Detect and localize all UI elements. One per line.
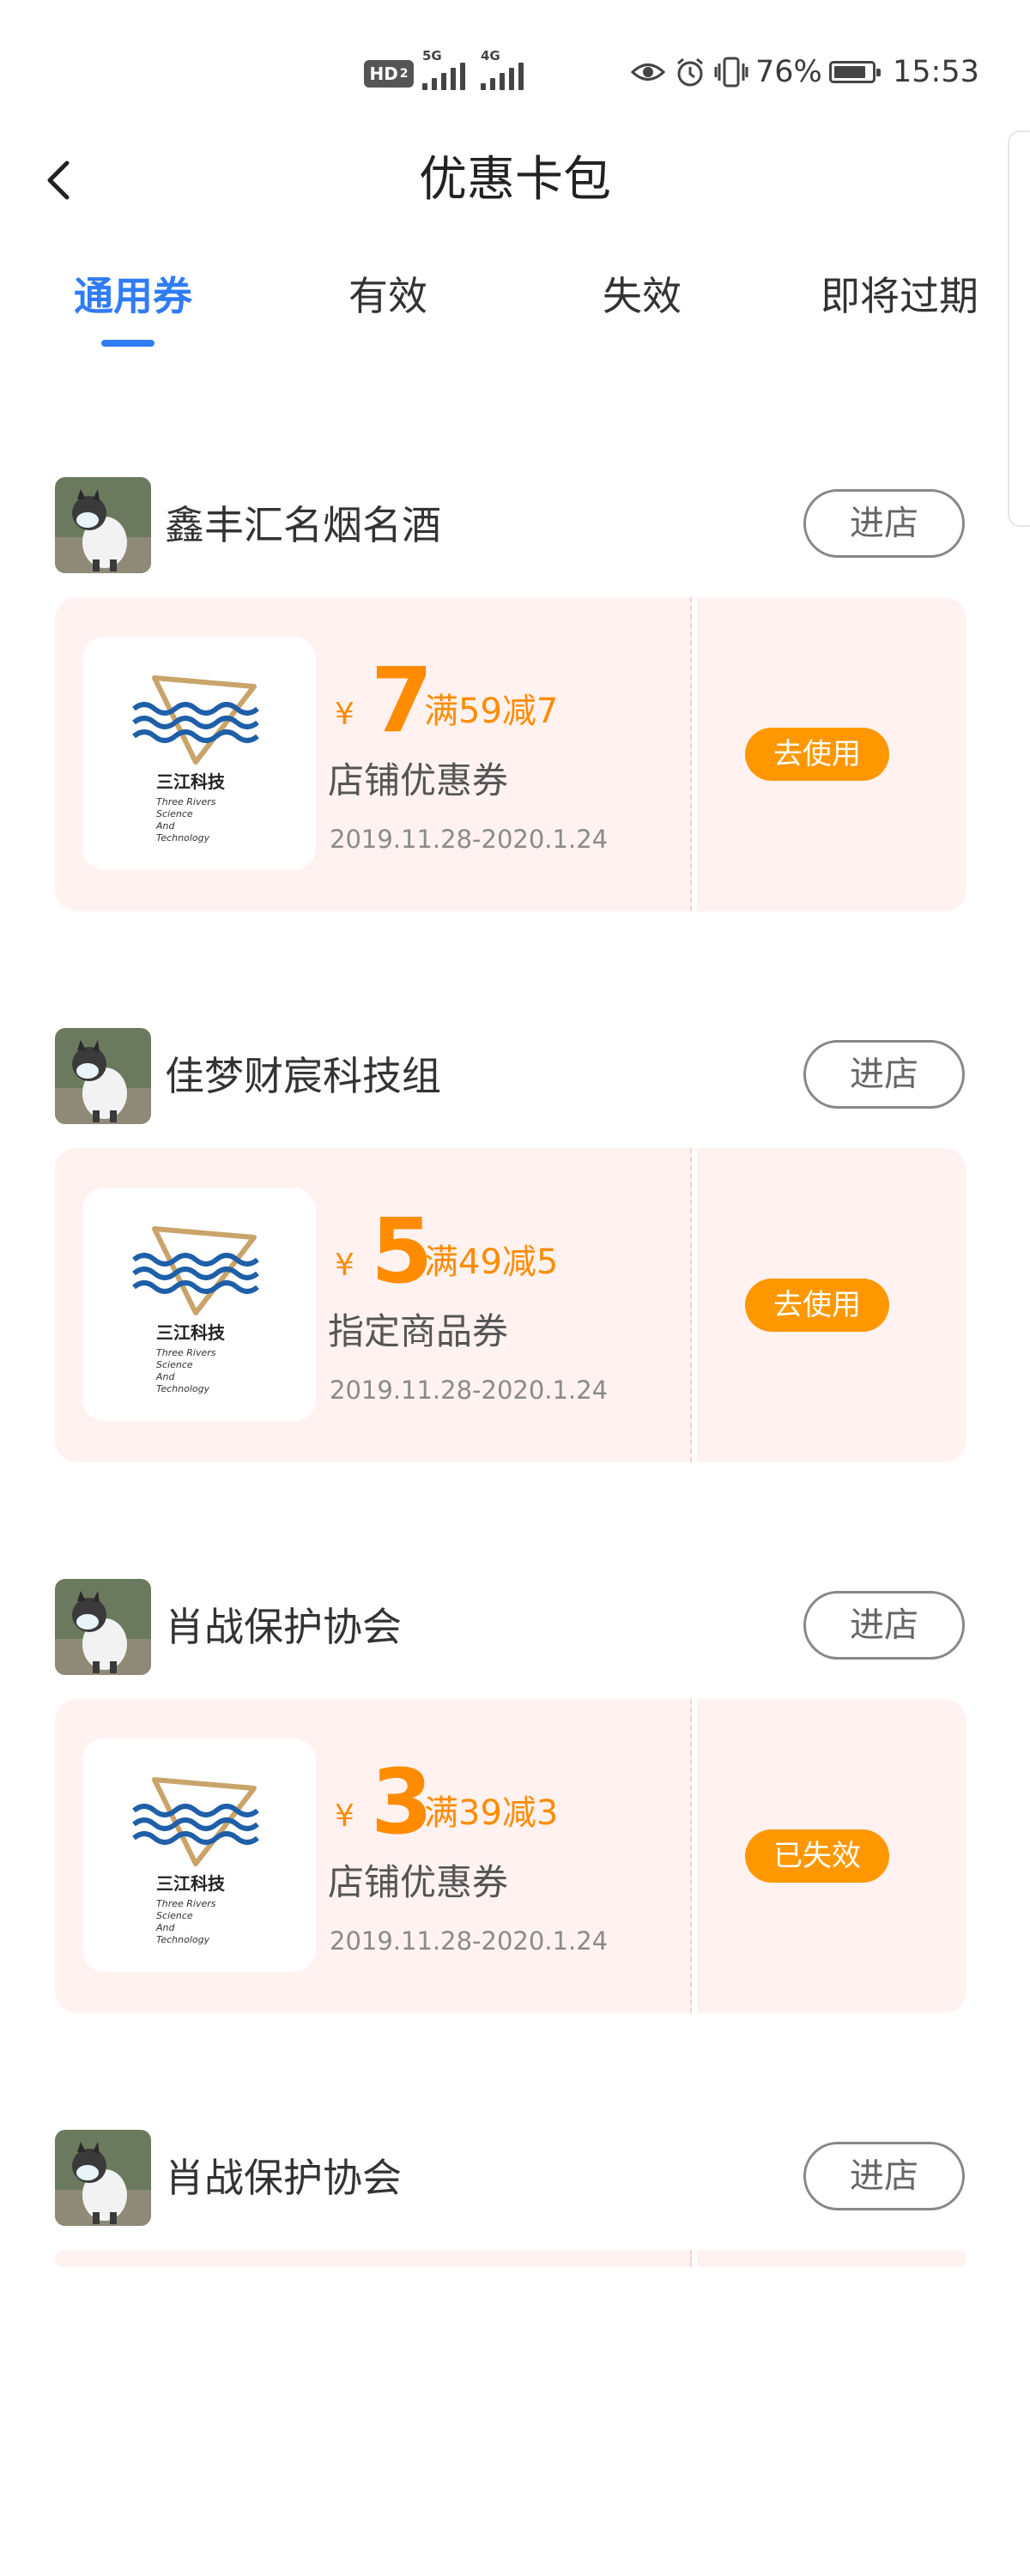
store-name: 佳梦财宸科技组 <box>165 1053 441 1099</box>
tab-expiring-soon[interactable]: 即将过期 <box>821 266 978 326</box>
coupon-action-area <box>697 2250 966 2267</box>
store-block: 鑫丰汇名烟名酒 进店 三江科技 Three Rivers Science And… <box>0 477 1030 923</box>
store-block: 肖战保护协会 进店 <box>0 2130 1030 2576</box>
signal-4g-icon: 4G <box>481 48 524 91</box>
hd-voice-icon: HD 2 <box>364 60 414 88</box>
coupon-type: 店铺优惠券 <box>328 759 509 801</box>
coupon-rule: 满39减3 <box>424 1793 559 1833</box>
store-avatar[interactable] <box>55 2130 151 2226</box>
coupon-card: 三江科技 Three Rivers Science And Technology… <box>55 1148 966 1462</box>
coupon-info: 三江科技 Three Rivers Science And Technology… <box>55 1699 692 2013</box>
vibrate-icon <box>714 53 748 91</box>
coupon-action-area: 去使用 <box>697 597 966 911</box>
svg-text:And: And <box>155 1922 175 1933</box>
battery-icon <box>829 53 881 91</box>
store-block: 佳梦财宸科技组 进店 三江科技 Three Rivers Science And… <box>0 1028 1030 1474</box>
brand-logo: 三江科技 Three Rivers Science And Technology <box>82 637 316 870</box>
tab-bar: 通用券 有效 失效 即将过期 <box>0 266 1030 352</box>
alarm-icon <box>675 53 706 91</box>
use-coupon-button[interactable]: 去使用 <box>745 728 889 781</box>
svg-text:三江科技: 三江科技 <box>156 1873 226 1894</box>
tab-valid[interactable]: 有效 <box>348 266 427 326</box>
store-avatar[interactable] <box>55 1028 151 1124</box>
svg-text:Three Rivers: Three Rivers <box>156 1898 216 1909</box>
enter-store-button[interactable]: 进店 <box>803 1591 965 1660</box>
svg-text:Three Rivers: Three Rivers <box>156 1347 216 1358</box>
status-bar: HD 2 5G 4G 76% 15:53 <box>0 0 1030 137</box>
clock: 15:53 <box>893 55 979 89</box>
svg-text:Technology: Technology <box>156 1934 210 1945</box>
coupon-info: 三江科技 Three Rivers Science And Technology… <box>55 1148 692 1462</box>
tab-expired[interactable]: 失效 <box>603 266 682 326</box>
currency-symbol: ¥ <box>335 697 354 732</box>
coupon-rule: 满59减7 <box>424 692 559 731</box>
svg-text:Three Rivers: Three Rivers <box>156 796 216 807</box>
coupon-action-area: 已失效 <box>697 1699 966 2013</box>
coupon-info: 三江科技 Three Rivers Science And Technology… <box>55 597 692 911</box>
nav-header: 优惠卡包 <box>0 137 1030 223</box>
svg-text:And: And <box>155 1371 175 1382</box>
signal-5g-icon: 5G <box>422 48 465 91</box>
store-header: 佳梦财宸科技组 进店 <box>55 1028 965 1124</box>
tab-active-indicator <box>101 340 154 347</box>
coupon-info <box>55 2250 692 2267</box>
coupon-card: 三江科技 Three Rivers Science And Technology… <box>55 1699 966 2013</box>
coupon-action-area: 去使用 <box>697 1148 966 1462</box>
store-header: 鑫丰汇名烟名酒 进店 <box>55 477 965 573</box>
brand-logo: 三江科技 Three Rivers Science And Technology <box>82 1188 316 1421</box>
coupon-card <box>55 2250 966 2267</box>
svg-text:Science: Science <box>156 808 193 819</box>
svg-text:Science: Science <box>156 1910 193 1921</box>
brand-logo: 三江科技 Three Rivers Science And Technology <box>82 1738 316 1972</box>
enter-store-button[interactable]: 进店 <box>803 2142 965 2210</box>
svg-text:三江科技: 三江科技 <box>156 1322 226 1343</box>
svg-text:三江科技: 三江科技 <box>156 771 226 792</box>
use-coupon-button[interactable]: 去使用 <box>745 1279 889 1332</box>
page-title: 优惠卡包 <box>419 152 611 208</box>
currency-symbol: ¥ <box>335 1799 354 1834</box>
expired-coupon-button[interactable]: 已失效 <box>745 1829 889 1883</box>
store-header: 肖战保护协会 进店 <box>55 1579 965 1675</box>
svg-text:Technology: Technology <box>156 1383 210 1394</box>
tab-general[interactable]: 通用券 <box>74 266 192 326</box>
coupon-validity: 2019.11.28-2020.1.24 <box>330 825 609 854</box>
coupon-card: 三江科技 Three Rivers Science And Technology… <box>55 597 966 911</box>
enter-store-button[interactable]: 进店 <box>803 489 965 558</box>
store-header: 肖战保护协会 进店 <box>55 2130 965 2226</box>
coupon-rule: 满49减5 <box>424 1243 559 1282</box>
coupon-type: 指定商品券 <box>328 1310 509 1352</box>
store-avatar[interactable] <box>55 1579 151 1675</box>
coupon-validity: 2019.11.28-2020.1.24 <box>330 1926 609 1956</box>
currency-symbol: ¥ <box>335 1248 354 1283</box>
store-name: 鑫丰汇名烟名酒 <box>165 502 441 548</box>
battery-percent: 76% <box>755 55 822 89</box>
svg-text:Science: Science <box>156 1359 193 1370</box>
enter-store-button[interactable]: 进店 <box>803 1040 965 1109</box>
coupon-validity: 2019.11.28-2020.1.24 <box>330 1376 609 1405</box>
store-block: 肖战保护协会 进店 三江科技 Three Rivers Science And … <box>0 1579 1030 2025</box>
store-name: 肖战保护协会 <box>165 2155 402 2201</box>
eye-icon <box>631 53 665 91</box>
svg-text:And: And <box>155 820 175 831</box>
svg-text:Technology: Technology <box>156 832 210 844</box>
coupon-type: 店铺优惠券 <box>328 1861 509 1903</box>
store-name: 肖战保护协会 <box>165 1604 402 1650</box>
store-avatar[interactable] <box>55 477 151 573</box>
